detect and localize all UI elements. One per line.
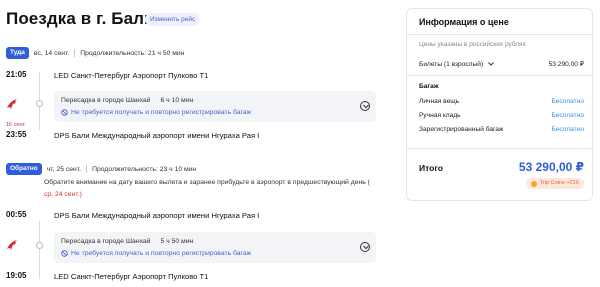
divider xyxy=(407,75,592,76)
outbound-arrival-date: 15 сент. xyxy=(6,122,26,128)
coin-icon xyxy=(530,180,537,187)
personal-item-value: Бесплатно xyxy=(551,98,584,105)
airline-logo-icon xyxy=(5,97,19,111)
return-baggage-note: Не требуется получать и повторно регистр… xyxy=(71,250,252,257)
carry-on-value: Бесплатно xyxy=(551,112,584,119)
outbound-dep-time: 21:05 xyxy=(6,70,27,79)
total-price: 53 290,00 ₽ xyxy=(518,160,584,174)
tickets-price: 53 290,00 ₽ xyxy=(548,61,584,68)
chevron-down-icon[interactable] xyxy=(360,242,370,252)
return-transfer-panel: Пересадка в городе Шанхай 5 ч 50 мин Не т… xyxy=(54,232,376,263)
total-label: Итого xyxy=(419,163,443,173)
return-header: Обратно чт, 25 сент. Продолжительность: … xyxy=(6,163,196,175)
outbound-arr-time: 23:55 xyxy=(6,130,27,139)
divider xyxy=(74,49,76,57)
carry-on-row: Ручная кладь Бесплатно xyxy=(419,112,584,119)
outbound-transfer-duration: 6 ч 10 мин xyxy=(160,97,194,104)
chevron-down-icon xyxy=(488,61,494,66)
change-flight-button[interactable]: Изменить рейс xyxy=(145,13,201,26)
timeline-dot xyxy=(36,242,43,249)
return-notice-date: ср, 24 сент.) xyxy=(44,191,82,198)
personal-item-row: Личная вещь Бесплатно xyxy=(419,98,584,105)
outbound-dep-airport: LED Санкт-Петербург Аэропорт Пулково T1 xyxy=(54,71,209,80)
airline-logo-icon xyxy=(5,238,19,252)
return-duration: Продолжительность: 23 ч 10 мин xyxy=(92,165,197,173)
return-transfer-duration: 5 ч 50 мин xyxy=(160,238,194,245)
price-card-title: Информация о цене xyxy=(419,17,509,27)
divider xyxy=(407,148,592,149)
page-title: Поездка в г. Бали xyxy=(6,9,155,28)
timeline-dot xyxy=(36,100,43,107)
outbound-badge: Туда xyxy=(6,47,29,59)
outbound-baggage-note: Не требуется получать и повторно регистр… xyxy=(71,109,252,116)
divider xyxy=(86,165,88,173)
outbound-date: вс, 14 сент. xyxy=(33,49,70,57)
outbound-duration: Продолжительность: 21 ч 50 мин xyxy=(80,49,185,57)
return-arr-airport: LED Санкт-Петербург Аэропорт Пулково T1 xyxy=(54,272,209,281)
divider xyxy=(407,34,592,35)
return-notice: Обратите внимание на дату вашего вылета … xyxy=(44,179,370,186)
baggage-heading: Багаж xyxy=(419,83,439,90)
carry-on-label: Ручная кладь xyxy=(419,112,461,119)
return-arr-time: 19:05 xyxy=(6,271,27,280)
trip-coins-text: Trip Coins +216 xyxy=(539,180,579,186)
outbound-header: Туда вс, 14 сент. Продолжительность: 21 … xyxy=(6,47,184,59)
outbound-transfer-city: Пересадка в городе Шанхай xyxy=(61,97,151,104)
chevron-down-icon[interactable] xyxy=(360,101,370,111)
return-dep-time: 00:55 xyxy=(6,210,27,219)
tickets-label: Билеты (1 взрослый) xyxy=(419,60,484,68)
checked-baggage-label: Зарегистрированный багаж xyxy=(419,126,504,133)
return-dep-airport: DPS Бали Международный аэропорт имени Нг… xyxy=(54,211,260,220)
checked-baggage-value: Бесплатно xyxy=(551,126,584,133)
outbound-transfer-panel: Пересадка в городе Шанхай 6 ч 10 мин Не т… xyxy=(54,91,376,122)
checked-baggage-row: Зарегистрированный багаж Бесплатно xyxy=(419,126,584,133)
return-transfer-city: Пересадка в городе Шанхай xyxy=(61,238,151,245)
trip-coins-badge: Trip Coins +216 xyxy=(525,178,584,189)
currency-note: Цены указаны в российских рублях xyxy=(419,41,526,48)
personal-item-label: Личная вещь xyxy=(419,98,460,105)
outbound-arr-airport: DPS Бали Международный аэропорт имени Нг… xyxy=(54,131,260,140)
timeline-line xyxy=(39,221,40,279)
return-date: чт, 25 сент. xyxy=(46,165,82,173)
return-badge: Обратно xyxy=(6,163,42,175)
no-baggage-icon xyxy=(61,109,68,116)
tickets-row[interactable]: Билеты (1 взрослый) 53 290,00 ₽ xyxy=(419,60,584,69)
no-baggage-icon xyxy=(61,250,68,257)
price-info-card: Информация о цене Цены указаны в российс… xyxy=(406,8,593,201)
